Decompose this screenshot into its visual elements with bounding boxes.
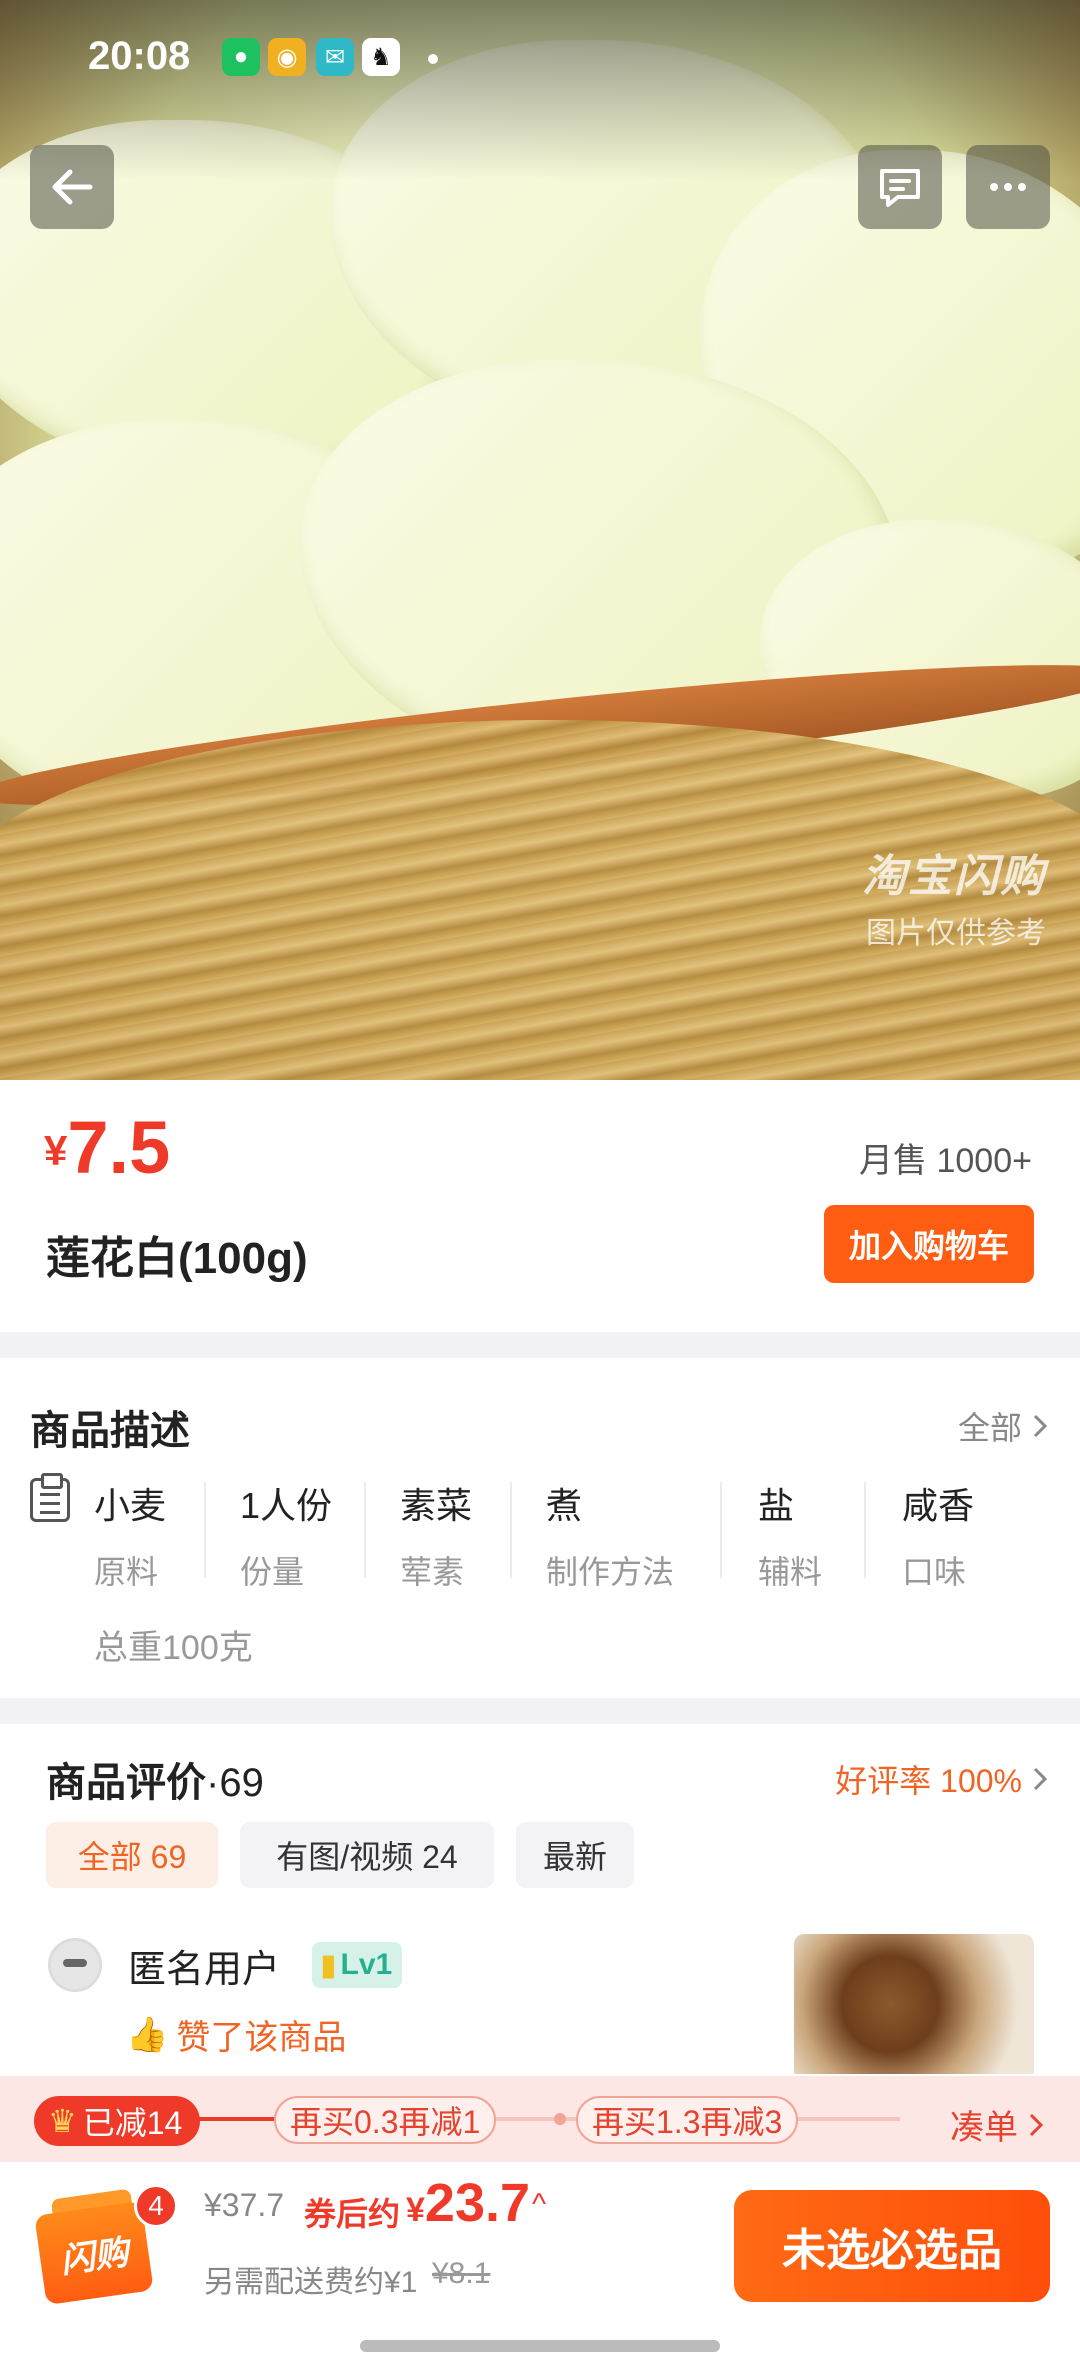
- cart-count-badge: 4: [134, 2184, 178, 2228]
- divider: [204, 1482, 206, 1578]
- monthly-sales: 月售 1000+: [859, 1142, 1032, 1180]
- chevron-right-icon: [1033, 1767, 1048, 1791]
- chat-bubble-icon: [880, 169, 920, 207]
- attribute-value: 煮: [546, 1485, 583, 1526]
- attribute-value: 盐: [758, 1485, 795, 1526]
- discount-achieved-badge: ♛ 已减14: [34, 2096, 201, 2146]
- discount-step-2: 再买1.3再减3: [576, 2096, 799, 2144]
- review-photo[interactable]: [794, 1934, 1034, 2074]
- wechat-icon: ●: [222, 38, 260, 76]
- crown-icon: ♛: [48, 2103, 77, 2139]
- delivery-fee-original: ¥8.1: [432, 2257, 491, 2290]
- attribute-label: 制作方法: [546, 1554, 675, 1590]
- discount-step-1: 再买0.3再减1: [274, 2096, 497, 2144]
- attribute-label: 份量: [240, 1554, 305, 1590]
- more-button[interactable]: [966, 145, 1050, 229]
- reviews-title-label: 商品评价: [46, 1761, 206, 1805]
- attribute-value: 素菜: [400, 1485, 473, 1526]
- description-title: 商品描述: [30, 1409, 190, 1453]
- back-button[interactable]: [30, 145, 114, 229]
- filter-all[interactable]: 全部 69: [46, 1822, 218, 1888]
- divider: [864, 1482, 866, 1578]
- attribute-item: 盐 辅料: [758, 1477, 822, 1593]
- arrow-left-icon: [52, 169, 93, 205]
- clipboard-icon: [30, 1473, 70, 1522]
- attribute-item: 煮 制作方法: [546, 1477, 674, 1593]
- attribute-label: 辅料: [758, 1554, 823, 1590]
- reviews-title: 商品评价·69: [46, 1750, 264, 1808]
- add-to-cart-button[interactable]: 加入购物车: [824, 1205, 1034, 1283]
- delivery-fee: 另需配送费约¥1: [204, 2266, 418, 2299]
- attribute-item: 咸香 口味: [902, 1477, 974, 1593]
- final-price: ¥23.7: [406, 2173, 531, 2233]
- message-app-icon: ✉: [316, 38, 354, 76]
- attribute-label: 口味: [902, 1554, 967, 1590]
- discount-achieved-label: 已减14: [82, 2105, 183, 2141]
- review-liked: 👍 赞了该商品: [126, 2010, 346, 2059]
- review-liked-text: 赞了该商品: [176, 2019, 347, 2057]
- attribute-value: 小麦: [94, 1485, 167, 1526]
- image-watermark: 淘宝闪购 图片仅供参考: [862, 852, 1046, 950]
- more-dots-icon: [990, 183, 1026, 191]
- product-title: 莲花白(100g): [46, 1234, 308, 1283]
- reviews-count: ·69: [206, 1761, 264, 1805]
- total-weight: 总重100克: [94, 1629, 253, 1667]
- attribute-item: 1人份 份量: [240, 1477, 332, 1593]
- positive-rate: 好评率 100%: [835, 1763, 1022, 1799]
- divider: [510, 1482, 512, 1578]
- divider: [364, 1482, 366, 1578]
- user-level: Lv1: [340, 1948, 393, 1981]
- review-username: 匿名用户: [128, 1949, 281, 1991]
- home-indicator[interactable]: [360, 2340, 720, 2352]
- chevron-up-icon[interactable]: ^: [532, 2188, 546, 2222]
- description-more-label: 全部: [957, 1410, 1022, 1446]
- qq-icon: ♞: [362, 38, 400, 76]
- status-bar: 20:08 ● ◉ ✉ ♞: [0, 0, 1080, 120]
- description-more-link[interactable]: 全部: [958, 1403, 1050, 1449]
- attribute-value: 1人份: [240, 1485, 333, 1526]
- attribute-label: 原料: [94, 1554, 159, 1590]
- add-on-order-label: 凑单: [950, 2109, 1018, 2147]
- level-medal-icon: ▮: [320, 1948, 337, 1982]
- product-price: ¥7.5: [44, 1106, 171, 1189]
- checkout-button[interactable]: 未选必选品: [734, 2190, 1050, 2302]
- progress-marker: [554, 2113, 566, 2125]
- attribute-value: 咸香: [902, 1485, 975, 1526]
- weibo-icon: ◉: [268, 38, 306, 76]
- positive-rate-link[interactable]: 好评率 100%: [835, 1756, 1050, 1802]
- status-time: 20:08: [88, 34, 191, 78]
- attribute-item: 素菜 荤素: [400, 1477, 472, 1593]
- message-button[interactable]: [858, 145, 942, 229]
- divider: [720, 1482, 722, 1578]
- after-coupon-label: 券后约: [304, 2196, 401, 2232]
- filter-latest[interactable]: 最新: [516, 1822, 634, 1888]
- chevron-right-icon: [1033, 1414, 1048, 1438]
- filter-media[interactable]: 有图/视频 24: [240, 1822, 494, 1888]
- more-notifications-icon: [428, 54, 438, 64]
- original-total: ¥37.7: [204, 2187, 285, 2223]
- avatar: [48, 1938, 102, 1992]
- user-level-badge: ▮ Lv1: [312, 1942, 403, 1988]
- attribute-item: 小麦 原料: [94, 1477, 166, 1593]
- chevron-right-icon: [1029, 2113, 1044, 2136]
- thumbs-up-icon: 👍: [126, 2015, 169, 2054]
- attribute-label: 荤素: [400, 1554, 465, 1590]
- add-on-order-link[interactable]: 凑单: [950, 2100, 1046, 2149]
